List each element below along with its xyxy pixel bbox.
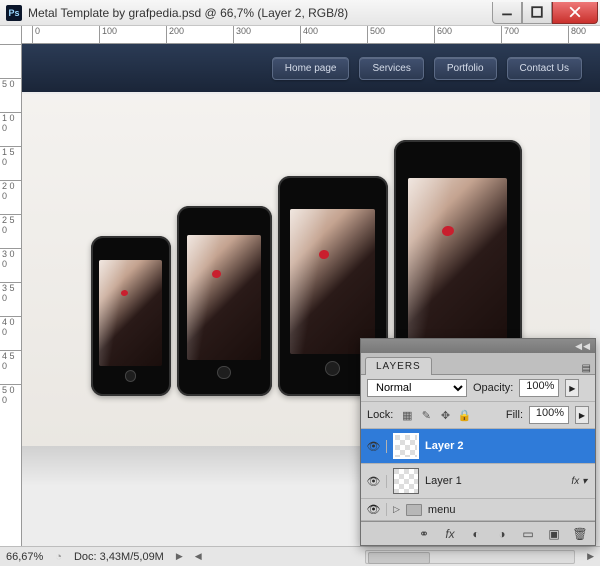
layer-item[interactable]: 👁 Layer 1 fx ▾	[361, 464, 595, 499]
ruler-tick-label: 700	[504, 26, 519, 36]
ruler-tick-label: 500	[370, 26, 385, 36]
adjustment-icon[interactable]: ◑	[493, 527, 511, 541]
ruler-tick-label: 100	[102, 26, 117, 36]
collapse-icon[interactable]: ◀◀	[575, 341, 591, 352]
layer-thumbnail[interactable]	[393, 433, 419, 459]
ruler-tick-label: 2 0 0	[2, 181, 21, 201]
ruler-tick-label: 800	[571, 26, 586, 36]
panel-tabbar: LAYERS ▤	[361, 353, 595, 375]
doc-size: Doc: 3,43M/5,09M	[74, 551, 164, 563]
opacity-field[interactable]: 100%	[519, 379, 559, 397]
maximize-button[interactable]	[522, 2, 552, 24]
ruler-tick-label: 400	[303, 26, 318, 36]
layer-thumbnail[interactable]	[393, 468, 419, 494]
expand-icon[interactable]: ▷	[393, 504, 400, 515]
chevron-right-icon[interactable]: ▶	[176, 551, 183, 562]
ruler-tick-label: 5 0	[2, 79, 15, 89]
ruler-tick-label: 3 5 0	[2, 283, 21, 303]
fill-stepper[interactable]: ▶	[575, 406, 589, 424]
tab-layers[interactable]: LAYERS	[365, 357, 432, 375]
panel-footer: ⚭ fx ◐ ◑ ▭ ▣ 🗑	[361, 521, 595, 545]
ruler-tick-label: 300	[236, 26, 251, 36]
ruler-tick-label: 4 5 0	[2, 351, 21, 371]
new-layer-icon[interactable]: ▣	[545, 527, 563, 541]
visibility-toggle-icon[interactable]: 👁	[365, 440, 387, 453]
status-icon: ◔	[55, 551, 62, 563]
lock-label: Lock:	[367, 409, 393, 421]
fill-label: Fill:	[506, 409, 523, 421]
layer-list[interactable]: 👁 Layer 2 👁 Layer 1 fx ▾ 👁 ▷ menu	[361, 429, 595, 521]
group-name[interactable]: menu	[428, 504, 456, 516]
layer-name[interactable]: Layer 1	[425, 475, 565, 487]
ruler-tick-label: 4 0 0	[2, 317, 21, 337]
app-icon: Ps	[6, 5, 22, 21]
lock-fill-row: Lock: ▦ ✎ ✥ 🔒 Fill: 100% ▶	[361, 402, 595, 429]
layer-group[interactable]: 👁 ▷ menu	[361, 499, 595, 521]
panel-grip[interactable]: ◀◀	[361, 339, 595, 353]
lock-transparent-icon[interactable]: ▦	[399, 409, 415, 422]
phone-mockup	[177, 206, 272, 396]
ruler-tick-label: 1 0 0	[2, 113, 21, 133]
nav-services[interactable]: Services	[359, 57, 423, 80]
ruler-tick-label: 5 0 0	[2, 385, 21, 405]
trash-icon[interactable]: 🗑	[571, 527, 589, 541]
horizontal-ruler[interactable]: 0 100 200 300 400 500 600 700 800	[22, 26, 600, 44]
blend-opacity-row: Normal Opacity: 100% ▶	[361, 375, 595, 402]
nav-contact[interactable]: Contact Us	[507, 57, 582, 80]
lock-pixels-icon[interactable]: ✎	[418, 409, 434, 422]
opacity-stepper[interactable]: ▶	[565, 379, 579, 397]
ruler-tick-label: 0	[35, 26, 40, 36]
fx-icon[interactable]: fx	[441, 527, 459, 541]
opacity-label: Opacity:	[473, 382, 513, 394]
chevron-right-icon[interactable]: ▶	[587, 551, 594, 562]
folder-icon	[406, 504, 422, 516]
layers-panel[interactable]: ◀◀ LAYERS ▤ Normal Opacity: 100% ▶ Lock:…	[360, 338, 596, 546]
zoom-level[interactable]: 66,67%	[6, 551, 43, 563]
layer-item[interactable]: 👁 Layer 2	[361, 429, 595, 464]
window-controls	[492, 2, 598, 24]
ruler-tick-label: 600	[437, 26, 452, 36]
fx-badge[interactable]: fx ▾	[571, 476, 591, 487]
nav-portfolio[interactable]: Portfolio	[434, 57, 497, 80]
lock-all-icon[interactable]: 🔒	[456, 409, 472, 422]
titlebar: Ps Metal Template by grafpedia.psd @ 66,…	[0, 0, 600, 26]
status-bar: 66,67% ◔ Doc: 3,43M/5,09M ▶ ◀ ▶	[0, 546, 600, 566]
panel-menu-icon[interactable]: ▤	[582, 363, 591, 374]
ruler-tick-label: 2 5 0	[2, 215, 21, 235]
ruler-tick-label: 200	[169, 26, 184, 36]
visibility-toggle-icon[interactable]: 👁	[365, 503, 387, 516]
chevron-left-icon[interactable]: ◀	[195, 551, 202, 562]
phone-mockup	[91, 236, 171, 396]
fill-field[interactable]: 100%	[529, 406, 569, 424]
horizontal-scrollbar[interactable]	[365, 550, 575, 564]
lock-icons: ▦ ✎ ✥ 🔒	[399, 409, 472, 422]
blend-mode-select[interactable]: Normal	[367, 379, 467, 397]
close-button[interactable]	[552, 2, 598, 24]
template-header: Home page Services Portfolio Contact Us	[22, 44, 600, 92]
group-icon[interactable]: ▭	[519, 527, 537, 541]
mask-icon[interactable]: ◐	[467, 527, 485, 541]
vertical-ruler[interactable]: 5 0 1 0 0 1 5 0 2 0 0 2 5 0 3 0 0 3 5 0 …	[0, 26, 22, 546]
link-layers-icon[interactable]: ⚭	[415, 527, 433, 541]
layer-name[interactable]: Layer 2	[425, 440, 591, 452]
window-title: Metal Template by grafpedia.psd @ 66,7% …	[28, 6, 492, 20]
lock-position-icon[interactable]: ✥	[437, 409, 453, 422]
ruler-tick-label: 1 5 0	[2, 147, 21, 167]
minimize-button[interactable]	[492, 2, 522, 24]
visibility-toggle-icon[interactable]: 👁	[365, 475, 387, 488]
ruler-tick-label: 3 0 0	[2, 249, 21, 269]
nav-home[interactable]: Home page	[272, 57, 350, 80]
